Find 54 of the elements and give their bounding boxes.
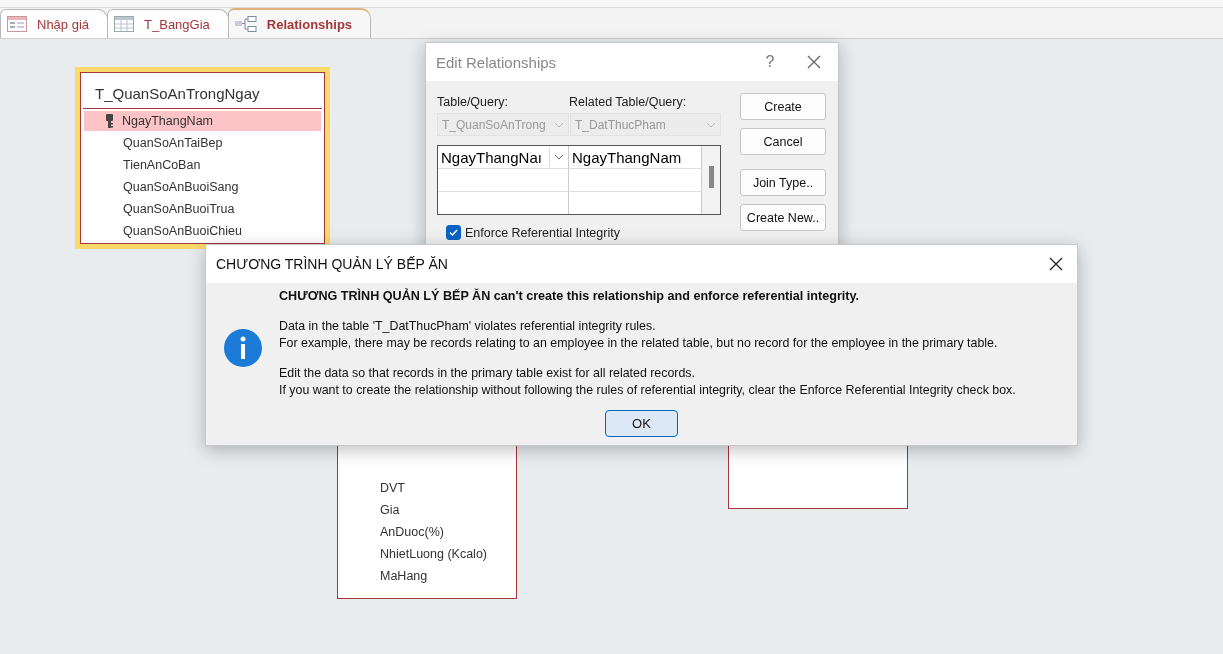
field-name: AnDuoc(%) [380,525,444,539]
help-button[interactable]: ? [750,53,790,71]
field-row[interactable]: QuanSoAnBuoiTrua [84,199,321,219]
dialog-button[interactable]: Cancel [740,128,826,155]
chevron-down-icon [706,121,716,128]
checkmark-icon [449,229,458,236]
field-row[interactable]: MaHang [341,566,513,586]
alert-heading: CHƯƠNG TRÌNH QUẢN LÝ BẾP ĂN can't create this relationship and enforce referential integrity. [279,289,861,303]
form-icon [7,16,27,32]
field-row[interactable]: QuanSoAnTaiBep [84,133,321,153]
info-icon [223,328,263,368]
field-row[interactable]: QuanSoAnBuoiSang [84,177,321,197]
field-name: DVT [380,481,405,495]
dialog-button[interactable]: Create New.. [740,204,826,231]
field-name: MaHang [380,569,428,583]
field-name: TienAnCoBan [123,158,201,172]
alert-message: If you want to create the relationship without following the rules of referential integrity, clear the Enforce Referential Integrity check box. [279,383,1017,397]
field-row[interactable]: DVT [341,478,513,498]
field-label: Table/Query: [437,95,509,109]
field-name: NgayThangNam [122,114,213,128]
document-tab[interactable]: T_BangGia [107,9,229,38]
field-name: QuanSoAnBuoiSang [123,180,239,194]
alert-message: Data in the table 'T_DatThucPham' violates referential integrity rules. [279,319,657,333]
document-tab[interactable]: Relationships [227,8,372,38]
grid-cell[interactable]: NgayThangNaı [438,146,569,168]
field-row[interactable]: NgayThangNam [84,111,321,131]
dialog-button[interactable]: Create [740,93,826,120]
alert-message: Edit the data so that records in the primary table exist for all related records. [279,366,696,380]
field-name: QuanSoAnTaiBep [123,136,223,150]
dialog-button[interactable]: Join Type.. [740,169,826,196]
alert-message: For example, there may be records relating to an employee in the related table, but no record for the employee in the primary table. [279,336,999,350]
field-row[interactable]: QuanSoAnBuoiChieu [84,221,321,241]
dialog-title: Edit Relationships [436,53,558,71]
field-name: NhietLuong (Kcalo) [380,547,487,561]
table-title: T_QuanSoAnTrongNgay [83,73,322,109]
field-name: QuanSoAnBuoiChieu [123,224,242,238]
field-name: Gia [380,503,400,517]
relationships-icon [234,16,257,32]
enforce-checkbox[interactable]: Enforce Referential Integrity [446,225,721,240]
document-tab[interactable]: Nhập giá [0,9,109,38]
table-icon [114,16,135,32]
dialog-title: CHƯƠNG TRÌNH QUẢN LÝ BẾP ĂN [216,256,449,272]
field-name: QuanSoAnBuoiTrua [123,202,235,216]
scrollbar-thumb[interactable] [708,166,714,188]
field-row[interactable]: NhietLuong (Kcalo) [341,544,513,564]
chevron-down-icon [554,154,564,160]
ok-button[interactable]: OK [605,410,678,437]
key-icon [106,114,114,128]
close-icon[interactable] [1049,257,1063,271]
field-label: Related Table/Query: [569,95,688,109]
field-row[interactable]: Gia [341,500,513,520]
chevron-down-icon [554,121,564,128]
field-row[interactable]: TienAnCoBan [84,155,321,175]
field-row[interactable]: AnDuoc(%) [341,522,513,542]
